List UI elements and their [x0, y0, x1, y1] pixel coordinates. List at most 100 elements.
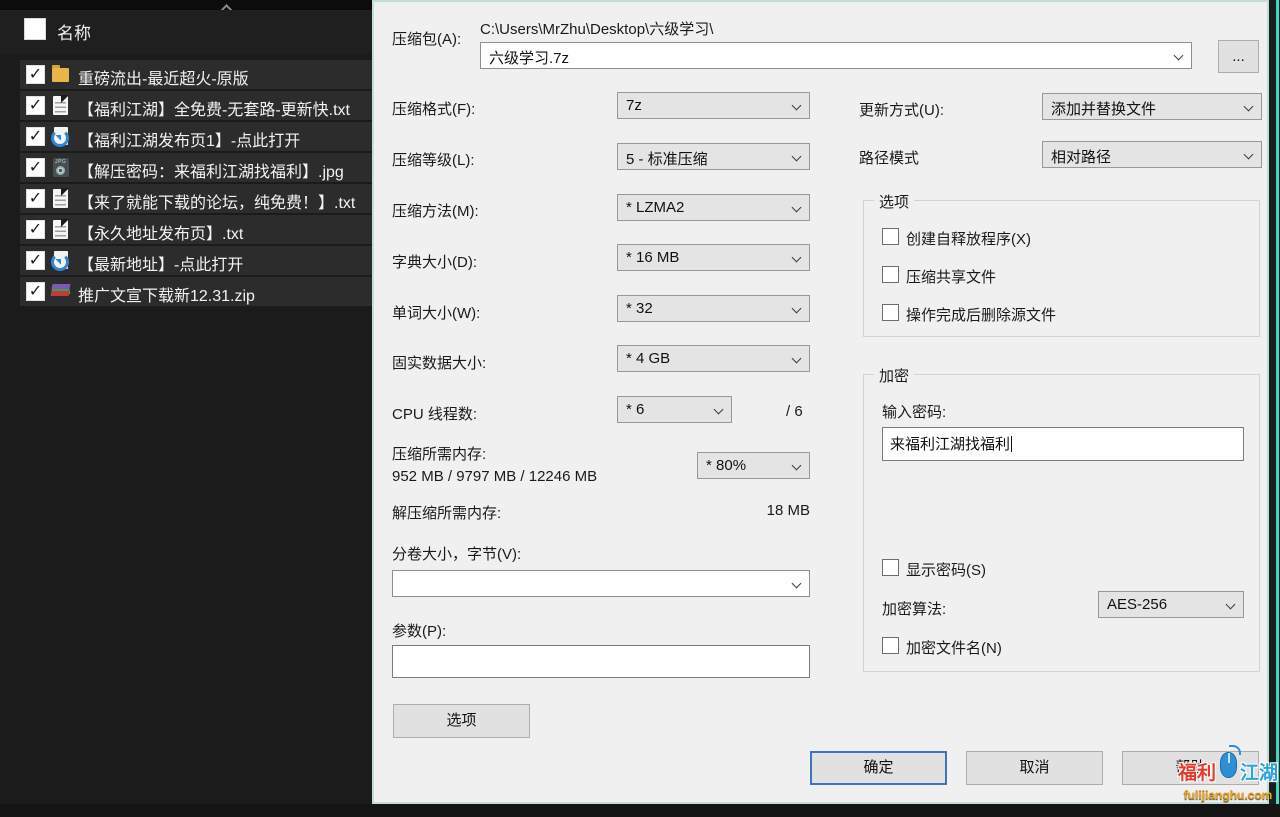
file-row[interactable]: 【解压密码：来福利江湖找福利】.jpg: [20, 153, 372, 182]
solid-size-value: * 4 GB: [626, 350, 670, 367]
site-watermark: 福利 江湖 fulijianghu.com: [1178, 744, 1278, 810]
volume-size-combobox[interactable]: [392, 570, 810, 597]
sfx-checkbox-label[interactable]: 创建自释放程序(X): [906, 228, 1031, 249]
encrypt-names-checkbox[interactable]: [882, 637, 899, 654]
memory-decompress-value: 18 MB: [392, 502, 810, 519]
memory-percent-combobox[interactable]: * 80%: [697, 452, 810, 479]
file-row[interactable]: 重磅流出-最近超火-原版: [20, 60, 372, 89]
file-name: 【来了就能下载的论坛，纯免费！】.txt: [78, 189, 355, 213]
chevron-down-icon[interactable]: [714, 405, 724, 415]
word-size-label: 单词大小(W):: [392, 302, 480, 323]
row-checkbox[interactable]: [26, 158, 45, 177]
internet-shortcut-icon: [51, 250, 71, 271]
file-name: 【福利江湖发布页1】-点此打开: [78, 127, 300, 151]
solid-size-combobox[interactable]: * 4 GB: [617, 345, 810, 372]
row-checkbox[interactable]: [26, 251, 45, 270]
file-row[interactable]: 推广文宣下载新12.31.zip: [20, 277, 372, 306]
file-name: 重磅流出-最近超火-原版: [78, 65, 249, 89]
watermark-text-left: 福利: [1178, 758, 1216, 785]
options-button[interactable]: 选项: [393, 704, 530, 738]
file-name: 【福利江湖】全免费-无套路-更新快.txt: [78, 96, 350, 120]
sfx-checkbox[interactable]: [882, 228, 899, 245]
memory-compress-label: 压缩所需内存:: [392, 443, 486, 464]
name-column-header[interactable]: 名称: [57, 19, 91, 44]
row-checkbox[interactable]: [26, 220, 45, 239]
watermark-domain: fulijianghu.com: [1178, 788, 1278, 802]
row-checkbox[interactable]: [26, 65, 45, 84]
method-combobox[interactable]: * LZMA2: [617, 194, 810, 221]
level-value: 5 - 标准压缩: [626, 148, 708, 169]
level-combobox[interactable]: 5 - 标准压缩: [617, 143, 810, 170]
screen: 名称 重磅流出-最近超火-原版 【福利江湖】全免费-无套路-更新快.txt 【福…: [0, 0, 1280, 817]
file-row[interactable]: 【最新地址】-点此打开: [20, 246, 372, 275]
file-list-panel: 名称 重磅流出-最近超火-原版 【福利江湖】全免费-无套路-更新快.txt 【福…: [0, 0, 375, 817]
chevron-down-icon[interactable]: [792, 579, 802, 589]
row-checkbox[interactable]: [26, 127, 45, 146]
parameters-input[interactable]: [392, 645, 810, 678]
file-row[interactable]: 【福利江湖】全免费-无套路-更新快.txt: [20, 91, 372, 120]
path-mode-value: 相对路径: [1051, 146, 1111, 167]
delete-after-checkbox[interactable]: [882, 304, 899, 321]
chevron-down-icon[interactable]: [1244, 102, 1254, 112]
threads-combobox[interactable]: * 6: [617, 396, 732, 423]
chevron-down-icon[interactable]: [1226, 600, 1236, 610]
path-mode-combobox[interactable]: 相对路径: [1042, 141, 1262, 168]
file-name: 【解压密码：来福利江湖找福利】.jpg: [78, 158, 344, 182]
browse-button[interactable]: ...: [1218, 40, 1259, 73]
panel-top-strip: [0, 0, 375, 10]
internet-shortcut-icon: [51, 126, 71, 147]
file-row[interactable]: 【来了就能下载的论坛，纯免费！】.txt: [20, 184, 372, 213]
file-row[interactable]: 【永久地址发布页】.txt: [20, 215, 372, 244]
chevron-down-icon[interactable]: [792, 461, 802, 471]
file-name: 推广文宣下载新12.31.zip: [78, 282, 255, 306]
threads-max: / 6: [786, 403, 803, 420]
options-group: 选项 创建自释放程序(X) 压缩共享文件 操作完成后删除源文件: [863, 200, 1260, 337]
word-size-combobox[interactable]: * 32: [617, 295, 810, 322]
file-row[interactable]: 【福利江湖发布页1】-点此打开: [20, 122, 372, 151]
show-password-checkbox[interactable]: [882, 559, 899, 576]
path-mode-label: 路径模式: [859, 147, 919, 168]
text-file-icon: [51, 95, 71, 116]
threads-value: * 6: [626, 401, 644, 418]
update-mode-value: 添加并替换文件: [1051, 98, 1156, 119]
shared-files-checkbox-label[interactable]: 压缩共享文件: [906, 266, 996, 287]
format-label: 压缩格式(F):: [392, 98, 475, 119]
row-checkbox[interactable]: [26, 189, 45, 208]
memory-compress-value: 952 MB / 9797 MB / 12246 MB: [392, 468, 597, 485]
chevron-down-icon[interactable]: [1244, 150, 1254, 160]
password-label: 输入密码:: [882, 401, 946, 422]
chevron-down-icon[interactable]: [1174, 51, 1184, 61]
format-combobox[interactable]: 7z: [617, 92, 810, 119]
encrypt-names-label[interactable]: 加密文件名(N): [906, 637, 1002, 658]
row-checkbox[interactable]: [26, 96, 45, 115]
chevron-down-icon[interactable]: [792, 253, 802, 263]
cancel-button[interactable]: 取消: [966, 751, 1103, 785]
row-checkbox[interactable]: [26, 282, 45, 301]
algorithm-combobox[interactable]: AES-256: [1098, 591, 1244, 618]
shared-files-checkbox[interactable]: [882, 266, 899, 283]
dictionary-combobox[interactable]: * 16 MB: [617, 244, 810, 271]
solid-size-label: 固实数据大小:: [392, 352, 486, 373]
ok-button[interactable]: 确定: [810, 751, 947, 785]
method-label: 压缩方法(M):: [392, 200, 479, 221]
delete-after-checkbox-label[interactable]: 操作完成后删除源文件: [906, 304, 1056, 325]
chevron-down-icon[interactable]: [792, 101, 802, 111]
archive-name-combobox[interactable]: 六级学习.7z: [480, 42, 1192, 69]
text-caret: [1011, 436, 1012, 452]
chevron-down-icon[interactable]: [792, 152, 802, 162]
encryption-group: 加密 输入密码: 来福利江湖找福利 显示密码(S) 加密算法: AES-256 …: [863, 374, 1260, 672]
threads-label: CPU 线程数:: [392, 403, 477, 424]
password-input[interactable]: 来福利江湖找福利: [882, 427, 1244, 461]
dictionary-label: 字典大小(D):: [392, 251, 477, 272]
mouse-icon: [1220, 752, 1237, 778]
password-value: 来福利江湖找福利: [890, 436, 1010, 453]
chevron-down-icon[interactable]: [792, 203, 802, 213]
update-mode-combobox[interactable]: 添加并替换文件: [1042, 93, 1262, 120]
image-file-icon: [51, 157, 71, 178]
show-password-label[interactable]: 显示密码(S): [906, 559, 986, 580]
chevron-down-icon[interactable]: [792, 304, 802, 314]
file-list-header: 名称: [0, 10, 375, 54]
watermark-text-right: 江湖: [1240, 758, 1278, 785]
chevron-down-icon[interactable]: [792, 354, 802, 364]
select-all-checkbox[interactable]: [24, 18, 46, 40]
